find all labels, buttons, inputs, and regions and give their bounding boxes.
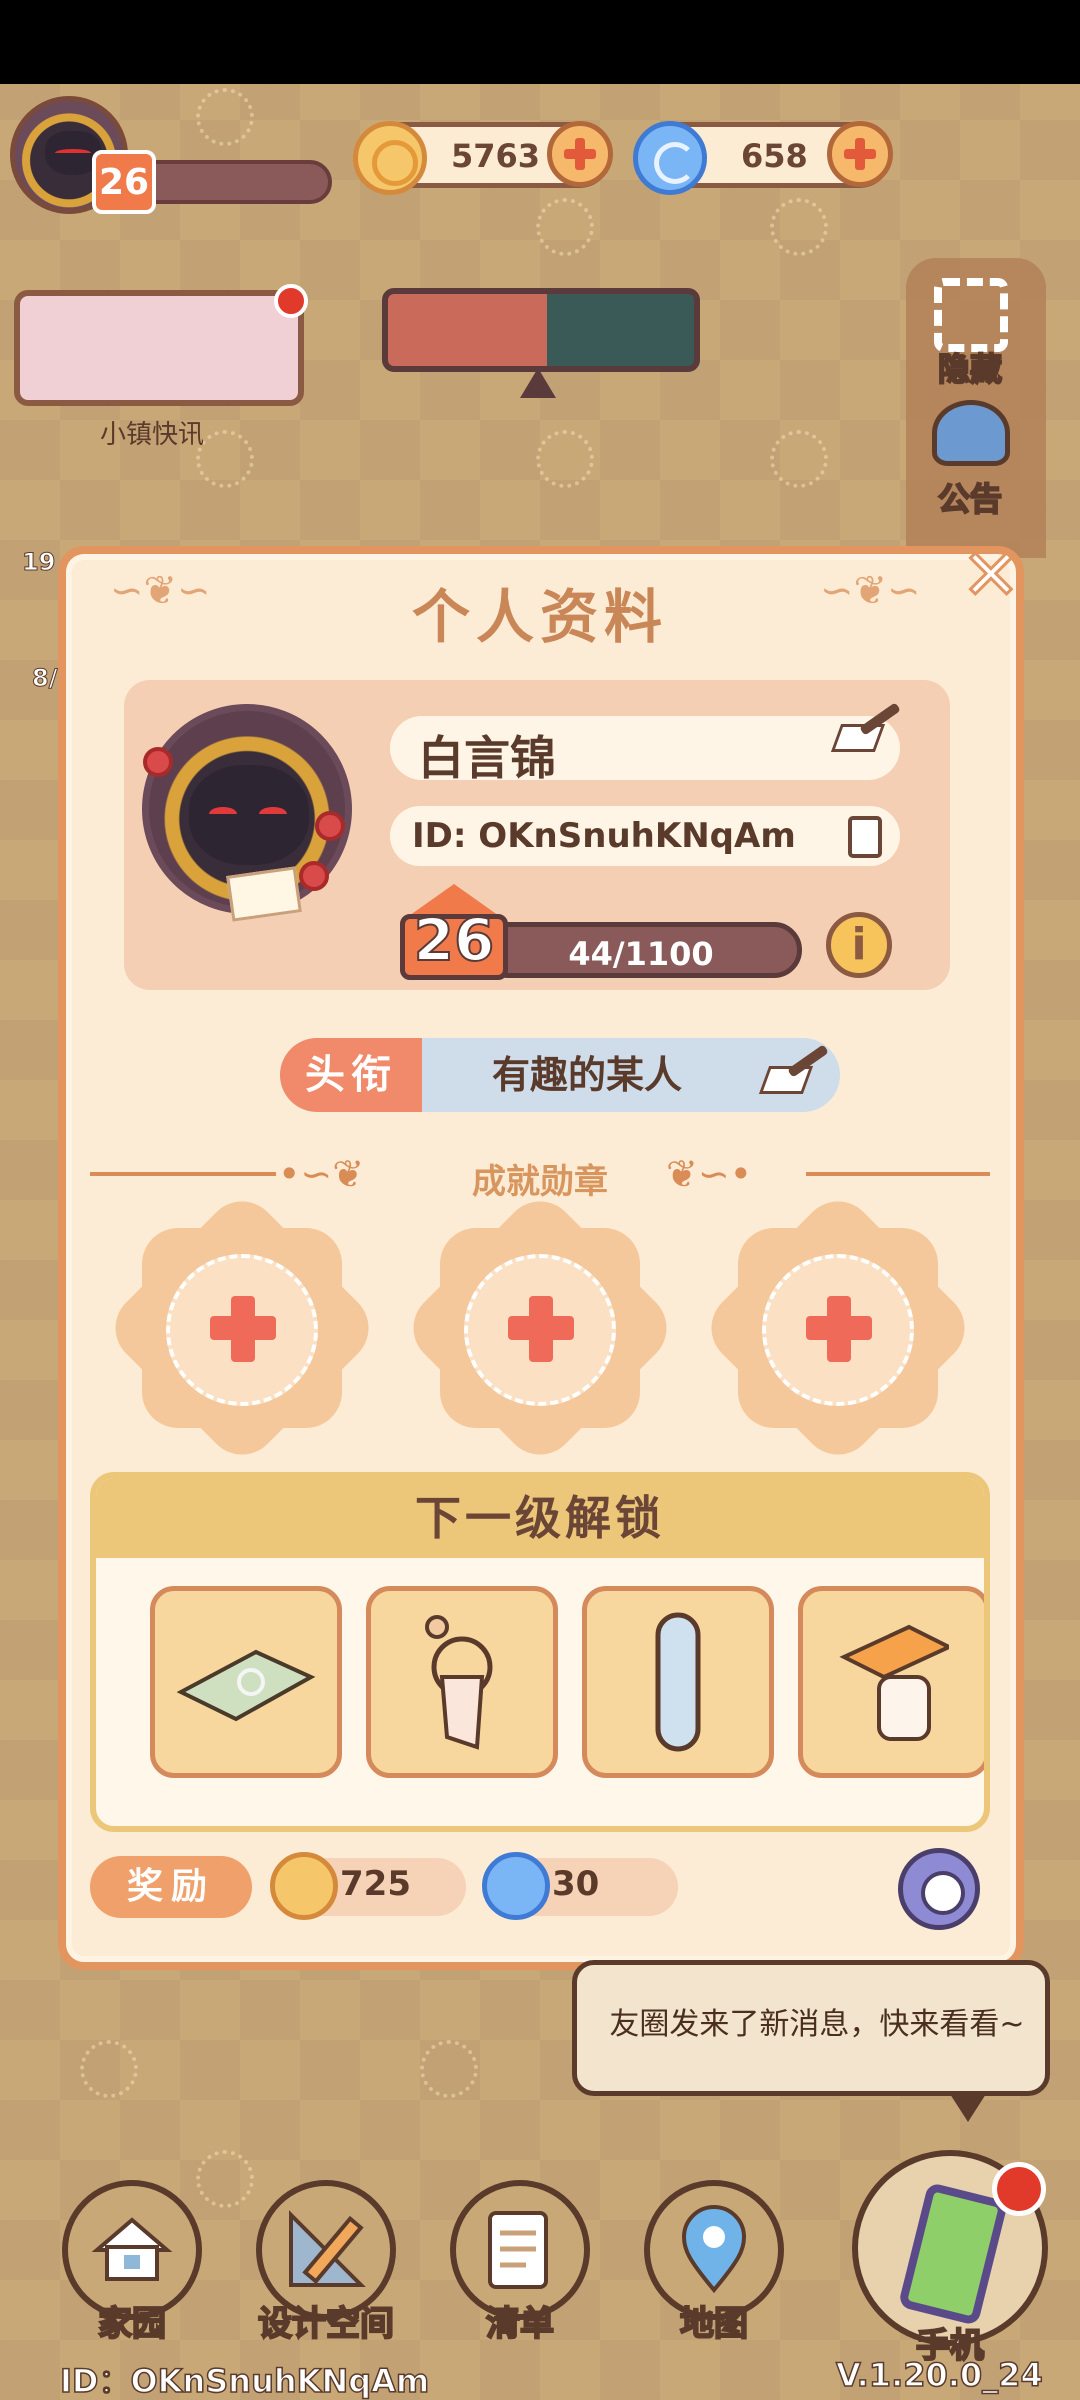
player-id: ID: OKnSnuhKNqAm <box>412 816 796 856</box>
footer-player-id: ID：OKnSnuhKNqAm <box>59 2361 430 2400</box>
xp-progress-bar: 44/1100 <box>480 922 802 978</box>
cat-eyes <box>55 149 91 157</box>
rose-decoration <box>143 747 173 777</box>
add-icon <box>529 1296 553 1362</box>
achievement-slot-2[interactable] <box>398 1186 682 1470</box>
achievements-heading: 成就勋章 <box>472 1162 608 1202</box>
nav-design-label[interactable]: 设计空间 <box>236 2296 416 2345</box>
level-info-icon[interactable]: i <box>826 912 892 978</box>
status-bar <box>0 0 1080 84</box>
gem-value: 658 <box>741 137 808 175</box>
settings-gear-icon[interactable] <box>898 1848 980 1930</box>
design-ruler-icon <box>289 2210 366 2287</box>
notification-text: 友圈发来了新消息，快来看看~ <box>609 2007 1025 2042</box>
day-night-indicator-icon <box>520 368 556 398</box>
add-coins-button[interactable] <box>547 121 613 187</box>
paper-holder-icon <box>839 1624 949 1741</box>
notification-dot <box>274 284 308 318</box>
background-sun-decoration <box>196 88 254 146</box>
xp-value: 44/1100 <box>568 935 714 973</box>
cat-face <box>189 765 309 865</box>
coin-icon <box>270 1852 338 1920</box>
background-sun-decoration <box>196 2150 254 2208</box>
background-sun-decoration <box>536 198 594 256</box>
hide-ui-label[interactable]: 隐藏 <box>937 344 1003 390</box>
title-tag-value: 有趣的某人 <box>491 1053 682 1097</box>
cat-eye <box>259 807 287 821</box>
nav-phone-button[interactable] <box>852 2150 1048 2346</box>
next-level-unlock-panel: 下一级解锁 <box>90 1472 990 1832</box>
nav-home-label[interactable]: 家园 <box>62 2296 202 2345</box>
bubble-tail <box>950 2094 986 2122</box>
town-news-thumbnail[interactable] <box>14 284 308 406</box>
coin-value: 5763 <box>451 137 541 175</box>
rug-icon <box>176 1649 316 1722</box>
town-news-label: 小镇快讯 <box>100 420 205 450</box>
coin-counter: 5763 <box>353 121 613 195</box>
day-night-toggle[interactable] <box>382 288 700 372</box>
gem-icon <box>633 121 707 195</box>
reward-gem-value: 30 <box>552 1864 600 1904</box>
achievement-slot-3[interactable] <box>696 1186 980 1470</box>
unlock-item[interactable] <box>366 1586 558 1778</box>
announcement-label[interactable]: 公告 <box>937 474 1003 520</box>
paper-shape <box>830 724 886 752</box>
name-field: 白言锦 <box>390 716 900 785</box>
paper-shape <box>758 1066 814 1094</box>
profile-avatar[interactable] <box>142 704 352 922</box>
level-badge: 26 <box>400 884 508 980</box>
next-level-unlock-heading: 下一级解锁 <box>96 1478 984 1558</box>
footer-version: V.1.20.0_24 <box>835 2355 1043 2395</box>
rose-decoration <box>299 861 329 891</box>
notification-dot <box>992 2162 1046 2216</box>
unlock-item[interactable] <box>582 1586 774 1778</box>
edit-title-icon[interactable] <box>758 1044 829 1096</box>
reward-coin-value: 725 <box>340 1864 411 1904</box>
achievement-slot-1[interactable] <box>100 1186 384 1470</box>
reward-label: 奖励 <box>90 1856 252 1918</box>
divider-line <box>806 1172 990 1176</box>
phone-icon <box>897 2181 1009 2327</box>
player-level-badge: 26 <box>92 150 156 214</box>
towel-rack-icon <box>425 1615 493 1750</box>
letter-decoration <box>226 866 302 922</box>
notification-bubble[interactable]: 友圈发来了新消息，快来看看~ <box>572 1960 1050 2096</box>
nav-list-label[interactable]: 清单 <box>450 2296 590 2345</box>
background-sun-decoration <box>196 430 254 488</box>
announcement-icon[interactable] <box>932 400 1010 466</box>
add-icon <box>827 1296 851 1362</box>
background-sun-decoration <box>80 2040 138 2098</box>
player-name: 白言锦 <box>418 731 556 785</box>
cat-eye <box>209 807 237 821</box>
copy-id-icon[interactable] <box>842 812 882 858</box>
coin-icon <box>353 121 427 195</box>
edit-name-icon[interactable] <box>830 702 901 754</box>
mirror-icon <box>655 1612 701 1752</box>
add-gems-button[interactable] <box>827 121 893 187</box>
level-number: 26 <box>413 905 496 975</box>
id-field: ID: OKnSnuhKNqAm <box>390 806 900 866</box>
background-sun-decoration <box>420 2040 478 2098</box>
checklist-icon <box>488 2211 548 2289</box>
map-pin-icon <box>681 2205 747 2294</box>
house-icon <box>92 2217 172 2281</box>
hide-ui-icon[interactable] <box>934 278 1008 352</box>
nav-map-label[interactable]: 地图 <box>644 2296 784 2345</box>
unlock-item[interactable] <box>150 1586 342 1778</box>
background-sun-decoration <box>536 430 594 488</box>
divider-ornament-right: ❦∽• <box>666 1152 753 1196</box>
dialog-title: 个人资料 <box>411 583 668 651</box>
title-tag-label: 头衔 <box>280 1038 422 1112</box>
background-sun-decoration <box>770 430 828 488</box>
gem-counter: 658 <box>633 121 893 195</box>
rose-decoration <box>315 811 345 841</box>
add-icon <box>231 1296 255 1362</box>
unlock-item[interactable] <box>798 1586 984 1778</box>
player-title-tag[interactable]: 头衔 有趣的某人 <box>280 1038 840 1112</box>
partial-counter: 8/ <box>31 664 58 693</box>
background-sun-decoration <box>770 198 828 256</box>
gem-icon <box>482 1852 550 1920</box>
